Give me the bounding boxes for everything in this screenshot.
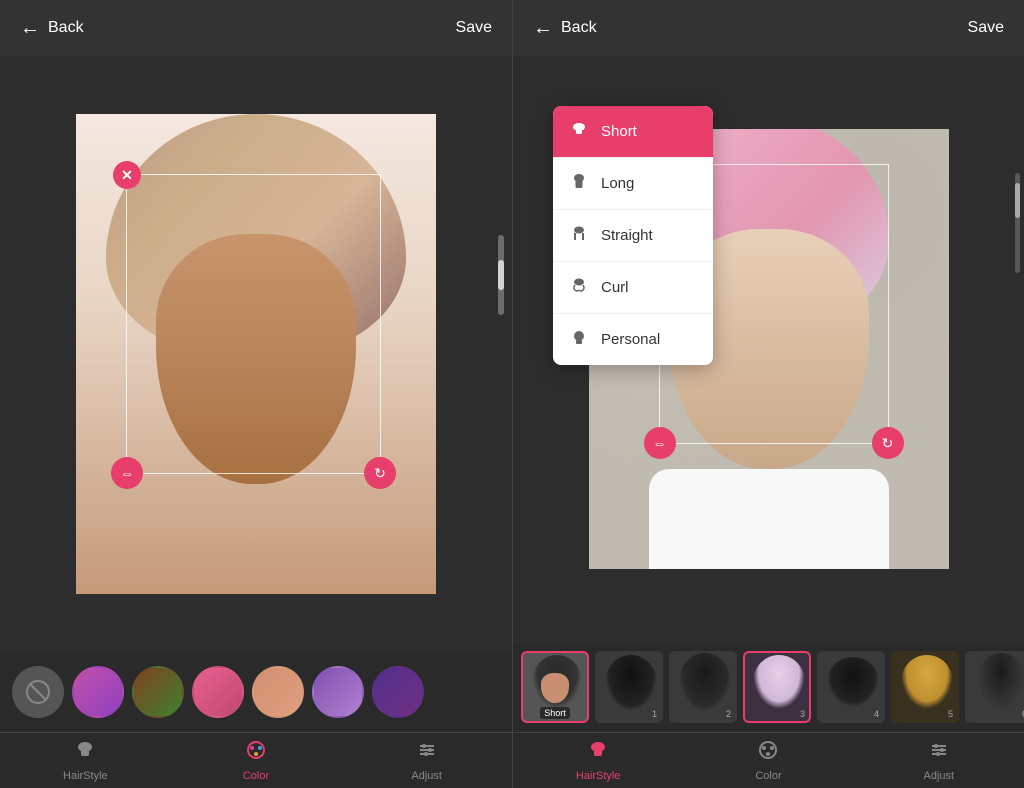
left-resize-handle-right[interactable]: ↻ bbox=[364, 457, 396, 489]
dropdown-item-short[interactable]: Short bbox=[553, 106, 713, 158]
left-adjust-label: Adjust bbox=[411, 770, 442, 782]
left-color-swatch-1[interactable] bbox=[72, 666, 124, 718]
personal-icon-svg bbox=[570, 328, 588, 346]
right-color-icon bbox=[757, 739, 779, 767]
right-adjust-svg-icon bbox=[928, 739, 950, 761]
left-color-row bbox=[0, 652, 512, 732]
right-tab-hairstyle[interactable]: HairStyle bbox=[513, 739, 683, 782]
dropdown-item-personal[interactable]: Personal bbox=[553, 314, 713, 365]
left-save-button[interactable]: Save bbox=[456, 19, 492, 37]
no-color-icon bbox=[24, 678, 52, 706]
left-photo: ✕ ⇔ ↻ bbox=[76, 114, 436, 594]
dropdown-long-label: Long bbox=[601, 175, 634, 192]
left-no-color-swatch[interactable] bbox=[12, 666, 64, 718]
right-hair-thumb-3-num: 2 bbox=[726, 709, 731, 719]
left-color-swatch-3[interactable] bbox=[192, 666, 244, 718]
right-back-label: Back bbox=[561, 19, 597, 37]
right-tab-color[interactable]: Color bbox=[683, 739, 853, 782]
left-tab-hairstyle[interactable]: HairStyle bbox=[0, 739, 171, 782]
right-hairstyle-label: HairStyle bbox=[576, 770, 621, 782]
dropdown-item-straight[interactable]: Straight bbox=[553, 210, 713, 262]
right-image-area: Short Long Straight bbox=[513, 56, 1024, 642]
right-scroll-thumb bbox=[1015, 183, 1020, 218]
dropdown-straight-label: Straight bbox=[601, 227, 653, 244]
right-hair-thumb-4[interactable]: 3 bbox=[743, 651, 811, 723]
dropdown-curl-label: Curl bbox=[601, 279, 629, 296]
right-hair-thumb-3[interactable]: 2 bbox=[669, 651, 737, 723]
curl-icon-svg bbox=[570, 276, 588, 294]
dropdown-item-curl[interactable]: Curl bbox=[553, 262, 713, 314]
adjust-svg-icon bbox=[416, 739, 438, 761]
straight-icon-svg bbox=[570, 224, 588, 242]
right-color-svg-icon bbox=[757, 739, 779, 761]
right-scrollbar[interactable] bbox=[1015, 173, 1020, 273]
hairstyle-svg-icon bbox=[74, 739, 96, 761]
left-hairstyle-icon bbox=[74, 739, 96, 767]
left-resize-handle-left[interactable]: ⇔ bbox=[111, 457, 143, 489]
straight-hair-icon bbox=[569, 224, 589, 247]
left-back-arrow-icon: ← bbox=[20, 17, 40, 40]
right-back-button[interactable]: ← Back bbox=[533, 17, 597, 40]
right-dropdown-menu: Short Long Straight bbox=[553, 106, 713, 365]
right-hair-thumb-6[interactable]: 5 bbox=[891, 651, 959, 723]
left-color-label: Color bbox=[243, 770, 269, 782]
right-tab-bar: HairStyle Color bbox=[513, 732, 1024, 788]
left-adjust-icon bbox=[416, 739, 438, 767]
right-hair-thumb-4-num: 3 bbox=[800, 709, 805, 719]
right-hair-thumb-1[interactable]: Short bbox=[521, 651, 589, 723]
right-bottom-toolbar: Short 1 2 3 4 bbox=[513, 642, 1024, 788]
left-color-swatch-2[interactable] bbox=[132, 666, 184, 718]
right-hair-thumb-5[interactable]: 4 bbox=[817, 651, 885, 723]
left-color-icon bbox=[245, 739, 267, 767]
dropdown-personal-label: Personal bbox=[601, 331, 660, 348]
right-adjust-icon bbox=[928, 739, 950, 767]
left-top-bar: ← Back Save bbox=[0, 0, 512, 56]
left-back-button[interactable]: ← Back bbox=[20, 17, 84, 40]
long-hair-icon bbox=[569, 172, 589, 195]
dropdown-short-label: Short bbox=[601, 123, 637, 140]
color-svg-icon bbox=[245, 739, 267, 761]
right-hairstyle-svg-icon bbox=[587, 739, 609, 761]
short-icon-svg bbox=[570, 120, 588, 138]
left-tab-adjust[interactable]: Adjust bbox=[341, 739, 512, 782]
right-hair-thumb-5-num: 4 bbox=[874, 709, 879, 719]
personal-hair-icon bbox=[569, 328, 589, 351]
right-panel: ← Back Save Short bbox=[512, 0, 1024, 788]
left-tab-color[interactable]: Color bbox=[171, 739, 342, 782]
long-icon-svg bbox=[570, 172, 588, 190]
short-hair-icon bbox=[569, 120, 589, 143]
left-tab-bar: HairStyle Color bbox=[0, 732, 512, 788]
right-hairstyle-icon bbox=[587, 739, 609, 767]
right-hair-thumb-2-num: 1 bbox=[652, 709, 657, 719]
right-color-label: Color bbox=[755, 770, 781, 782]
right-tab-adjust[interactable]: Adjust bbox=[854, 739, 1024, 782]
right-hairstyle-row: Short 1 2 3 4 bbox=[513, 642, 1024, 732]
left-color-swatch-6[interactable] bbox=[372, 666, 424, 718]
curl-hair-icon bbox=[569, 276, 589, 299]
right-hair-thumb-7[interactable]: 6 bbox=[965, 651, 1024, 723]
right-hair-thumb-6-num: 5 bbox=[948, 709, 953, 719]
left-photo-container: ✕ ⇔ ↻ bbox=[76, 114, 436, 594]
left-color-swatch-4[interactable] bbox=[252, 666, 304, 718]
right-save-button[interactable]: Save bbox=[968, 19, 1004, 37]
left-color-swatch-5[interactable] bbox=[312, 666, 364, 718]
left-image-area: ✕ ⇔ ↻ bbox=[0, 56, 512, 652]
left-hairstyle-label: HairStyle bbox=[63, 770, 108, 782]
left-back-label: Back bbox=[48, 19, 84, 37]
right-back-arrow-icon: ← bbox=[533, 17, 553, 40]
left-scrollbar[interactable] bbox=[498, 235, 504, 315]
right-shirt bbox=[649, 469, 889, 569]
dropdown-item-long[interactable]: Long bbox=[553, 158, 713, 210]
right-hair-thumb-1-label: Short bbox=[540, 707, 570, 719]
left-bottom-toolbar: HairStyle Color bbox=[0, 652, 512, 788]
right-adjust-label: Adjust bbox=[924, 770, 955, 782]
right-top-bar: ← Back Save bbox=[513, 0, 1024, 56]
left-scroll-thumb bbox=[498, 260, 504, 290]
left-face bbox=[156, 234, 356, 484]
right-hair-thumb-2[interactable]: 1 bbox=[595, 651, 663, 723]
left-panel: ← Back Save ✕ ⇔ ↻ bbox=[0, 0, 512, 788]
